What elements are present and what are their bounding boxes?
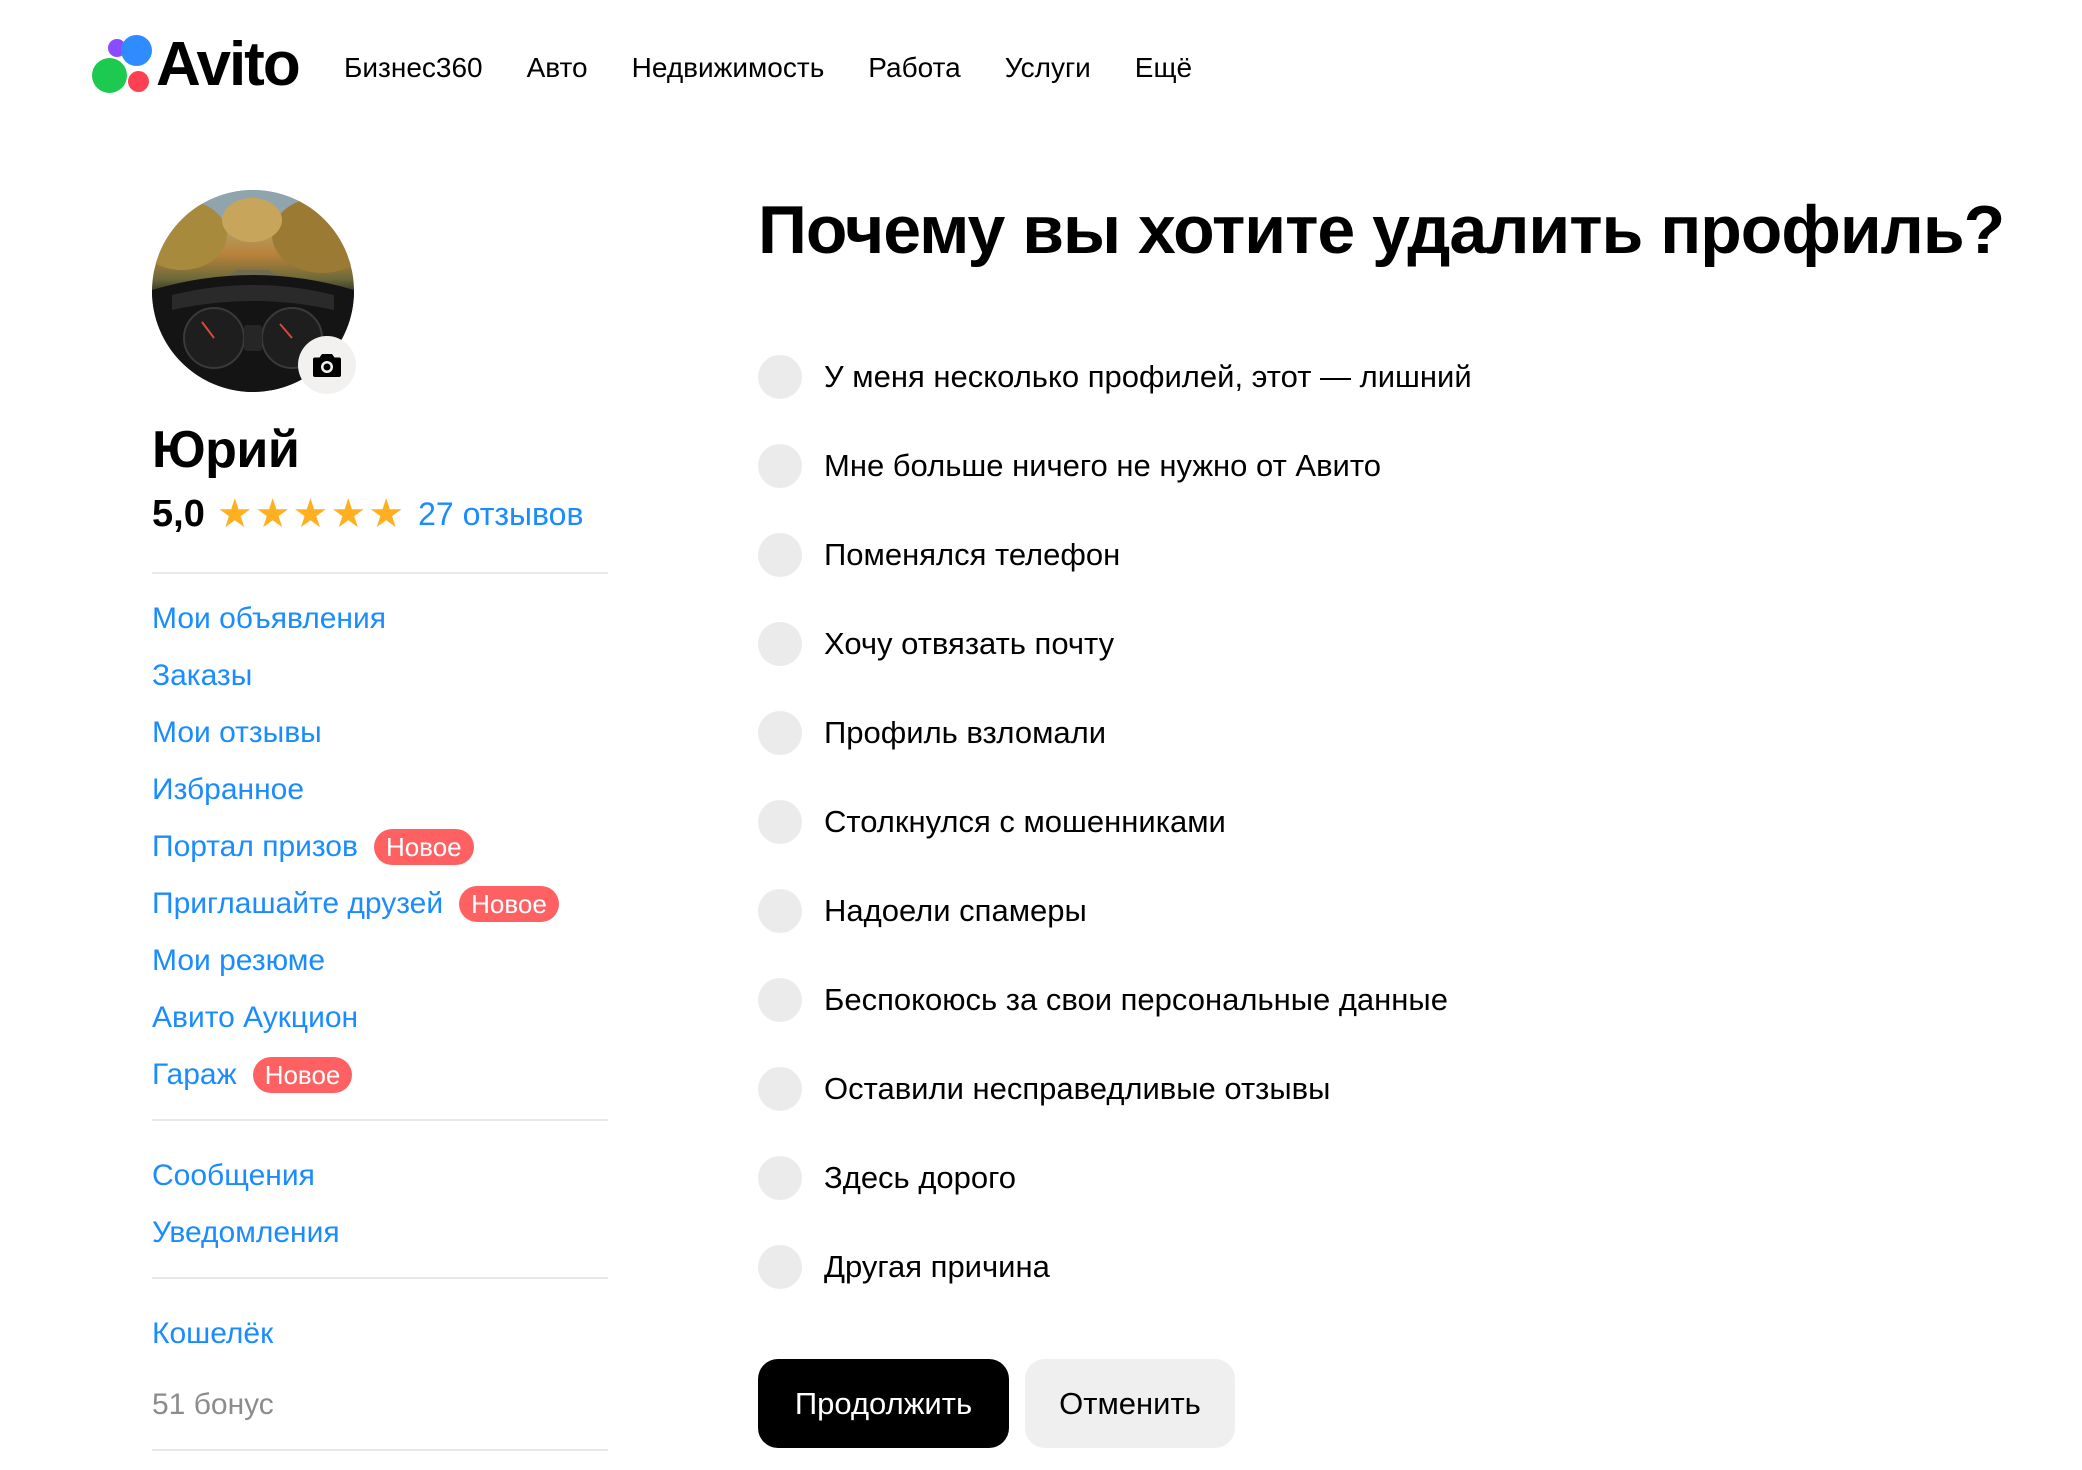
reason-label: Мне больше ничего не нужно от Авито <box>824 447 1381 483</box>
reason-label: Надоели спамеры <box>824 892 1087 928</box>
profile-sidebar: Юрий 5,0 ★ ★ ★ ★ ★ 27 отзывов Мои объявл… <box>152 190 608 1451</box>
sidebar-item-label: Мои резюме <box>152 943 326 977</box>
reason-option[interactable]: Мне больше ничего не нужно от Авито <box>758 421 2018 510</box>
wallet-group: Кошелёк 51 бонус <box>152 1279 608 1449</box>
reason-option[interactable]: Другая причина <box>758 1222 2018 1311</box>
radio-button[interactable] <box>758 799 802 844</box>
reason-option[interactable]: Хочу отвязать почту <box>758 599 2018 688</box>
star-icon: ★ <box>330 492 367 536</box>
change-photo-button[interactable] <box>298 336 356 394</box>
reason-option[interactable]: Оставили несправедливые отзывы <box>758 1044 2018 1133</box>
sidebar-item-prize-portal[interactable]: Портал призов Новое <box>152 818 608 875</box>
logo-text: Avito <box>156 30 301 99</box>
sidebar-item-label: Сообщения <box>152 1158 315 1192</box>
reason-option[interactable]: Здесь дорого <box>758 1133 2018 1222</box>
nav-item-business360[interactable]: Бизнес360 <box>344 50 483 86</box>
menu-primary: Мои объявления Заказы Мои отзывы Избранн… <box>152 574 608 1119</box>
sidebar-item-orders[interactable]: Заказы <box>152 647 608 704</box>
sidebar-item-favorites[interactable]: Избранное <box>152 761 608 818</box>
page-title: Почему вы хотите удалить профиль? <box>758 192 2005 268</box>
sidebar-item-label: Заказы <box>152 658 253 692</box>
reason-label: Столкнулся с мошенниками <box>824 803 1226 839</box>
radio-button[interactable] <box>758 443 802 488</box>
cancel-button[interactable]: Отменить <box>1025 1359 1235 1448</box>
radio-button[interactable] <box>758 1244 802 1289</box>
radio-button[interactable] <box>758 1066 802 1111</box>
sidebar-item-invite-friends[interactable]: Приглашайте друзей Новое <box>152 875 608 932</box>
sidebar-item-my-resumes[interactable]: Мои резюме <box>152 932 608 989</box>
reason-options: У меня несколько профилей, этот — лишний… <box>758 332 2018 1311</box>
reason-label: Профиль взломали <box>824 714 1107 750</box>
radio-button[interactable] <box>758 1155 802 1200</box>
radio-button[interactable] <box>758 977 802 1022</box>
radio-button[interactable] <box>758 354 802 399</box>
nav-item-auto[interactable]: Авто <box>527 50 588 86</box>
radio-button[interactable] <box>758 532 802 577</box>
reason-label: Здесь дорого <box>824 1159 1016 1195</box>
reason-label: Другая причина <box>824 1248 1050 1284</box>
bonus-balance: 51 бонус <box>152 1388 274 1421</box>
star-icon: ★ <box>292 492 329 536</box>
reason-option[interactable]: Поменялся телефон <box>758 510 2018 599</box>
reviews-link[interactable]: 27 отзывов <box>418 496 583 533</box>
star-icon: ★ <box>254 492 291 536</box>
radio-button[interactable] <box>758 621 802 666</box>
user-name: Юрий <box>152 421 300 479</box>
reason-label: Поменялся телефон <box>824 536 1121 572</box>
radio-button[interactable] <box>758 888 802 933</box>
sidebar-item-wallet[interactable]: Кошелёк <box>152 1305 608 1362</box>
reason-option[interactable]: Столкнулся с мошенниками <box>758 777 2018 866</box>
reason-label: Хочу отвязать почту <box>824 625 1115 661</box>
logo-dots-icon <box>90 33 154 97</box>
sidebar-item-avito-auction[interactable]: Авито Аукцион <box>152 989 608 1046</box>
camera-icon <box>313 354 341 377</box>
star-icon: ★ <box>216 492 253 536</box>
sidebar-item-my-ads[interactable]: Мои объявления <box>152 590 608 647</box>
sidebar-item-label: Приглашайте друзей <box>152 886 444 920</box>
sidebar-item-label: Избранное <box>152 772 305 806</box>
sidebar-item-messages[interactable]: Сообщения <box>152 1147 608 1204</box>
new-badge: Новое <box>252 1056 353 1093</box>
rating-stars: ★ ★ ★ ★ ★ <box>217 494 404 534</box>
reason-option[interactable]: Надоели спамеры <box>758 866 2018 955</box>
rating-value: 5,0 <box>152 492 205 535</box>
sidebar-item-label: Уведомления <box>152 1215 340 1249</box>
delete-profile-form: Почему вы хотите удалить профиль? У меня… <box>758 190 2018 1448</box>
avatar-block <box>152 190 356 394</box>
sidebar-item-label: Мои отзывы <box>152 715 322 749</box>
main-nav: Бизнес360 Авто Недвижимость Работа Услуг… <box>344 50 1236 86</box>
rating-row: 5,0 ★ ★ ★ ★ ★ 27 отзывов <box>152 490 608 538</box>
form-actions: Продолжить Отменить <box>758 1359 2018 1448</box>
nav-item-realty[interactable]: Недвижимость <box>632 50 825 86</box>
new-badge: Новое <box>459 885 559 922</box>
sidebar-item-my-reviews[interactable]: Мои отзывы <box>152 704 608 761</box>
nav-item-jobs[interactable]: Работа <box>868 50 960 86</box>
radio-button[interactable] <box>758 710 802 755</box>
top-header: Avito Бизнес360 Авто Недвижимость Работа… <box>0 0 2082 140</box>
reason-label: Оставили несправедливые отзывы <box>824 1070 1331 1106</box>
sidebar-item-garage[interactable]: Гараж Новое <box>152 1046 608 1103</box>
reason-option[interactable]: Беспокоюсь за свои персональные данные <box>758 955 2018 1044</box>
sidebar-item-label: Гараж <box>152 1057 237 1091</box>
sidebar-item-label: Кошелёк <box>152 1316 274 1350</box>
nav-item-services[interactable]: Услуги <box>1005 50 1091 86</box>
reason-label: Беспокоюсь за свои персональные данные <box>824 981 1448 1017</box>
nav-item-more[interactable]: Ещё <box>1135 50 1192 86</box>
reason-option[interactable]: Профиль взломали <box>758 688 2018 777</box>
sidebar-item-label: Мои объявления <box>152 601 386 635</box>
reason-option[interactable]: У меня несколько профилей, этот — лишний <box>758 332 2018 421</box>
sidebar-item-label: Авито Аукцион <box>152 1000 359 1034</box>
reason-label: У меня несколько профилей, этот — лишний <box>824 358 1472 394</box>
continue-button[interactable]: Продолжить <box>758 1359 1009 1448</box>
sidebar-item-notifications[interactable]: Уведомления <box>152 1204 608 1261</box>
new-badge: Новое <box>373 828 474 865</box>
star-icon: ★ <box>368 492 405 536</box>
avito-logo[interactable]: Avito <box>90 30 301 100</box>
divider <box>152 1449 608 1451</box>
menu-secondary: Сообщения Уведомления <box>152 1121 608 1277</box>
sidebar-item-label: Портал призов <box>152 829 358 863</box>
